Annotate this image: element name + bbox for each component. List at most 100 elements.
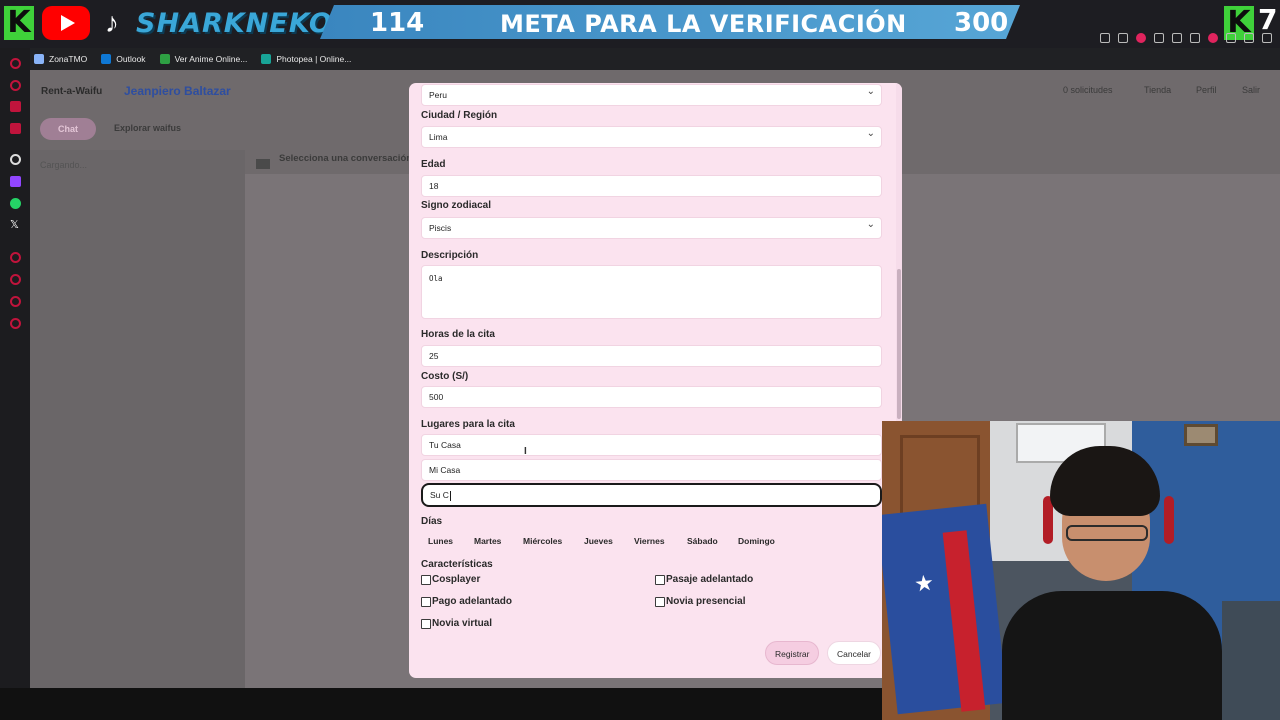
days-label: Días bbox=[421, 516, 443, 527]
day-miercoles[interactable]: Miércoles bbox=[517, 532, 569, 550]
bookmark-zonatmo[interactable]: ZonaTMO bbox=[34, 54, 87, 64]
city-label: Ciudad / Región bbox=[421, 110, 498, 121]
goal-current-count: 114 bbox=[370, 8, 425, 38]
zodiac-select[interactable]: Piscis bbox=[421, 215, 882, 239]
cam-picture-frame bbox=[1184, 424, 1218, 446]
features-label: Características bbox=[421, 559, 493, 570]
city-select[interactable]: Lima bbox=[421, 124, 882, 148]
site-name: Rent-a-Waifu bbox=[41, 86, 103, 97]
waifu-registration-modal: Peru Ciudad / Región Lima Edad 18 Signo … bbox=[409, 83, 902, 678]
cam-person-shirt bbox=[1002, 591, 1222, 720]
day-lunes[interactable]: Lunes bbox=[422, 532, 460, 550]
day-martes[interactable]: Martes bbox=[468, 532, 508, 550]
tab-explore[interactable]: Explorar waifus bbox=[114, 123, 181, 133]
description-textarea[interactable]: Ola bbox=[421, 265, 882, 319]
bookmark-label: Photopea | Online... bbox=[276, 54, 352, 64]
extension-icon[interactable] bbox=[1208, 33, 1218, 43]
day-domingo[interactable]: Domingo bbox=[732, 532, 781, 550]
nav-salir[interactable]: Salir bbox=[1242, 85, 1260, 95]
checkbox[interactable] bbox=[421, 574, 431, 585]
user-name: Jeanpiero Baltazar bbox=[124, 84, 231, 98]
nav-solicitudes[interactable]: 0 solicitudes bbox=[1063, 85, 1113, 95]
settings-icon[interactable] bbox=[10, 318, 21, 329]
bookmark-icon bbox=[34, 54, 44, 64]
feature-novia-virtual[interactable]: Novia virtual bbox=[421, 618, 492, 629]
chatgpt-icon[interactable] bbox=[10, 154, 21, 165]
headphones-right bbox=[1164, 496, 1174, 544]
browser-sidebar: 𝕏 bbox=[0, 48, 30, 720]
feature-label: Novia virtual bbox=[432, 618, 493, 629]
extension-icon[interactable] bbox=[1136, 33, 1146, 43]
scrollbar-thumb[interactable] bbox=[897, 269, 901, 419]
checkbox[interactable] bbox=[421, 618, 431, 629]
nav-perfil[interactable]: Perfil bbox=[1196, 85, 1217, 95]
bookmark-label: ZonaTMO bbox=[49, 54, 88, 64]
feature-cosplayer[interactable]: Cosplayer bbox=[421, 574, 480, 585]
sidebar-app-icon[interactable] bbox=[10, 252, 21, 263]
place-input-value: Su C bbox=[430, 490, 449, 500]
back-arrow-icon[interactable] bbox=[256, 159, 270, 169]
checkbox[interactable] bbox=[655, 596, 665, 607]
tab-icon[interactable] bbox=[1262, 33, 1272, 43]
tab-chat[interactable]: Chat bbox=[40, 118, 96, 140]
place-input[interactable]: Mi Casa bbox=[421, 459, 882, 481]
goal-target-count: 300 bbox=[954, 8, 1009, 38]
feature-pago-adelantado[interactable]: Pago adelantado bbox=[421, 596, 512, 607]
twitch-icon[interactable] bbox=[10, 176, 21, 187]
nav-tienda[interactable]: Tienda bbox=[1144, 85, 1171, 95]
bookmark-label: Outlook bbox=[116, 54, 146, 64]
bookmark-ver-anime[interactable]: Ver Anime Online... bbox=[159, 54, 247, 64]
day-viernes[interactable]: Viernes bbox=[628, 532, 671, 550]
register-button[interactable]: Registrar bbox=[765, 641, 820, 665]
sidebar-app-icon[interactable] bbox=[10, 58, 21, 69]
outlook-icon bbox=[101, 54, 112, 64]
sidebar-app-icon[interactable] bbox=[10, 80, 21, 91]
cancel-button[interactable]: Cancelar bbox=[827, 641, 882, 665]
feature-pasaje-adelantado[interactable]: Pasaje adelantado bbox=[655, 574, 753, 585]
hours-input[interactable]: 25 bbox=[421, 345, 882, 367]
bookmarks-bar: ZonaTMO Outlook Ver Anime Online... Phot… bbox=[30, 48, 1280, 70]
loading-text: Cargando... bbox=[40, 160, 88, 170]
heart-icon[interactable] bbox=[1154, 33, 1164, 43]
place-input-active[interactable]: Su C bbox=[421, 483, 882, 507]
play-icon[interactable] bbox=[1172, 33, 1182, 43]
feature-label: Pasaje adelantado bbox=[666, 574, 754, 585]
age-input[interactable]: 18 bbox=[421, 175, 882, 197]
feature-novia-presencial[interactable]: Novia presencial bbox=[655, 596, 745, 607]
x-icon[interactable]: 𝕏 bbox=[10, 220, 21, 231]
browser-extensions-bar bbox=[1085, 28, 1280, 48]
day-jueves[interactable]: Jueves bbox=[578, 532, 619, 550]
description-label: Descripción bbox=[421, 250, 479, 261]
day-sabado[interactable]: Sábado bbox=[681, 532, 724, 550]
sidebar-app-icon[interactable] bbox=[10, 101, 21, 112]
extension-icon[interactable] bbox=[1100, 33, 1110, 43]
age-label: Edad bbox=[421, 159, 446, 170]
cost-label: Costo (S/) bbox=[421, 371, 469, 382]
zodiac-label: Signo zodiacal bbox=[421, 200, 492, 211]
checkbox[interactable] bbox=[421, 596, 431, 607]
hours-label: Horas de la cita bbox=[421, 329, 495, 340]
bookmark-photopea[interactable]: Photopea | Online... bbox=[261, 54, 351, 64]
sidebar-app-icon[interactable] bbox=[10, 296, 21, 307]
cost-input[interactable]: 500 bbox=[421, 386, 882, 408]
place-input[interactable]: Tu Casa bbox=[421, 434, 882, 456]
cam-clutter bbox=[1222, 601, 1280, 720]
goal-title: META PARA LA VERIFICACIÓN bbox=[500, 10, 907, 38]
puzzle-icon[interactable] bbox=[1226, 33, 1236, 43]
extension-icon[interactable] bbox=[1118, 33, 1128, 43]
extension-icon[interactable] bbox=[1190, 33, 1200, 43]
k-logo-left: K bbox=[4, 6, 34, 40]
webcam-overlay bbox=[882, 421, 1280, 720]
youtube-icon bbox=[42, 6, 90, 40]
ibeam-cursor: I bbox=[524, 446, 527, 457]
sidebar-app-icon[interactable] bbox=[10, 123, 21, 134]
whatsapp-icon[interactable] bbox=[10, 198, 21, 209]
bookmark-outlook[interactable]: Outlook bbox=[101, 54, 146, 64]
feature-label: Cosplayer bbox=[432, 574, 481, 585]
country-select[interactable]: Peru bbox=[421, 83, 882, 106]
photopea-icon bbox=[261, 54, 272, 64]
checkbox[interactable] bbox=[655, 574, 665, 585]
download-icon[interactable] bbox=[1244, 33, 1254, 43]
history-icon[interactable] bbox=[10, 274, 21, 285]
places-label: Lugares para la cita bbox=[421, 419, 515, 430]
